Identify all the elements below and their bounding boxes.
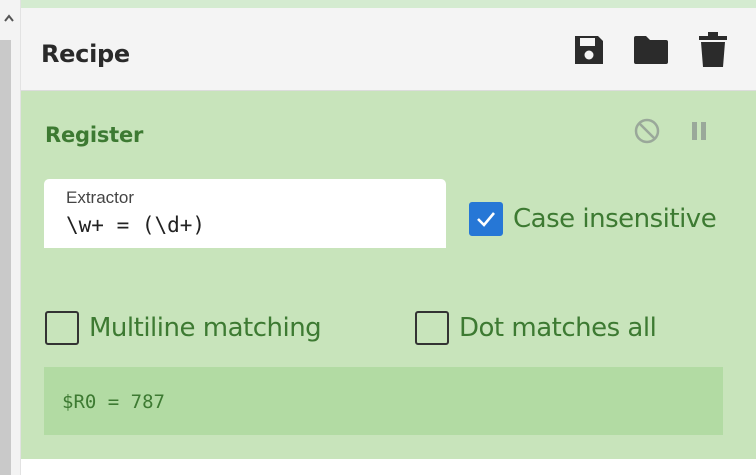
register-output: $R0 = 787 <box>44 367 723 435</box>
dot-all-checkbox[interactable] <box>415 311 449 345</box>
recipe-title: Recipe <box>41 40 130 68</box>
case-insensitive-checkbox[interactable] <box>469 202 503 236</box>
dot-all-label: Dot matches all <box>459 313 657 343</box>
scrollbar[interactable] <box>0 40 11 475</box>
multiline-option[interactable]: Multiline matching <box>45 311 322 345</box>
case-insensitive-label: Case insensitive <box>513 204 717 234</box>
extractor-label: Extractor <box>66 188 135 207</box>
recipe-bottom-area <box>21 459 756 475</box>
multiline-label: Multiline matching <box>89 313 322 343</box>
extractor-input[interactable] <box>66 213 436 237</box>
trash-icon[interactable] <box>694 31 732 69</box>
save-icon[interactable] <box>570 31 608 69</box>
register-output-text: $R0 = 787 <box>62 391 165 413</box>
folder-icon[interactable] <box>632 31 670 69</box>
operation-controls <box>633 117 713 145</box>
recipe-toolbar <box>570 31 732 69</box>
scroll-up-arrow-icon[interactable] <box>2 12 16 26</box>
multiline-checkbox[interactable] <box>45 311 79 345</box>
left-panel-strip <box>0 0 21 475</box>
operation-title: Register <box>45 123 144 147</box>
case-insensitive-option[interactable]: Case insensitive <box>469 202 717 236</box>
recipe-header: Recipe <box>21 8 756 91</box>
disable-icon[interactable] <box>633 117 661 145</box>
extractor-field[interactable]: Extractor <box>44 179 446 248</box>
register-operation: Register Extractor Case insensitive Mult… <box>21 91 756 459</box>
pause-icon[interactable] <box>685 117 713 145</box>
top-strip <box>21 0 756 8</box>
dot-all-option[interactable]: Dot matches all <box>415 311 657 345</box>
